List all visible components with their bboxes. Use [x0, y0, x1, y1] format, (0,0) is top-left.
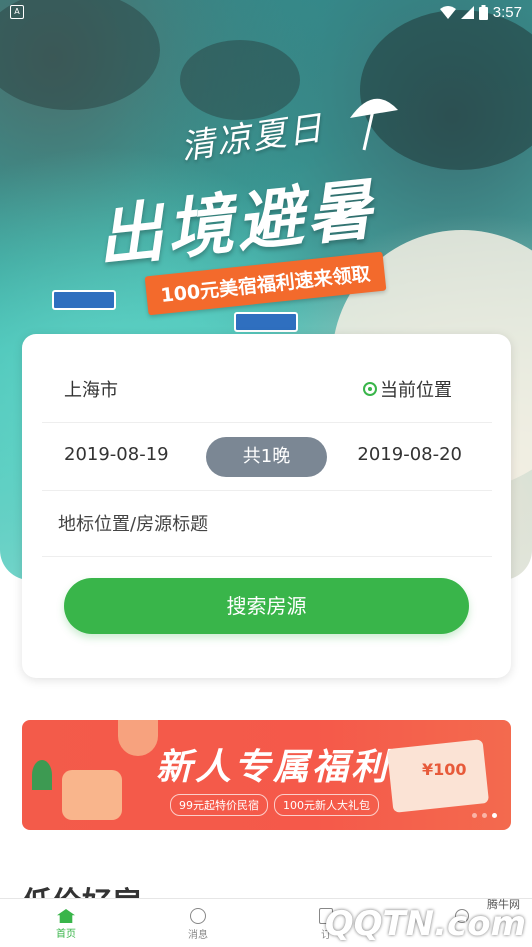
status-bar: A 3:57	[0, 0, 532, 24]
nav-messages[interactable]: 消息	[168, 903, 228, 941]
city-row: 上海市 当前位置	[42, 334, 492, 423]
message-icon	[190, 908, 206, 924]
bottom-navigation: 首页 消息 订	[0, 898, 532, 947]
signal-icon	[460, 5, 474, 19]
battery-icon	[478, 4, 488, 20]
hero-subtitle: 清凉夏日	[178, 108, 327, 168]
chair-icon	[62, 770, 122, 820]
nav-orders[interactable]: 订	[296, 903, 356, 941]
boat-icon	[52, 290, 116, 310]
nav-home-label: 首页	[56, 929, 76, 940]
nav-home[interactable]: 首页	[36, 903, 96, 940]
gift-card-value: ¥100	[422, 760, 467, 779]
checkin-date[interactable]: 2019-08-19	[64, 444, 169, 465]
carousel-dot	[472, 813, 477, 818]
keyword-input[interactable]	[56, 508, 480, 540]
carousel-indicator	[472, 813, 497, 818]
lamp-icon	[118, 720, 158, 756]
umbrella-icon	[350, 98, 398, 151]
nights-badge: 共1晚	[206, 437, 327, 477]
order-icon	[319, 908, 333, 924]
date-row: 2019-08-19 共1晚 2019-08-20	[42, 422, 492, 491]
promo-tag: 99元起特价民宿	[170, 794, 268, 816]
plant-icon	[32, 760, 52, 790]
current-location-label: 当前位置	[380, 380, 452, 401]
keyword-row	[42, 490, 492, 557]
nav-orders-label: 订	[321, 930, 331, 941]
profile-icon	[455, 909, 469, 923]
checkout-date[interactable]: 2019-08-20	[357, 444, 462, 465]
search-listings-button[interactable]: 搜索房源	[64, 578, 469, 634]
status-time: 3:57	[492, 3, 522, 21]
nav-profile[interactable]	[432, 903, 492, 925]
wifi-icon	[439, 5, 456, 19]
nav-messages-label: 消息	[188, 930, 208, 941]
boat-icon	[234, 312, 298, 332]
location-radio-icon	[363, 382, 377, 396]
notification-icon: A	[10, 5, 24, 19]
search-card: 上海市 当前位置 2019-08-19 共1晚 2019-08-20 搜索房源	[22, 334, 511, 678]
carousel-dot	[482, 813, 487, 818]
promo-tag: 100元新人大礼包	[274, 794, 379, 816]
current-location-button[interactable]: 当前位置	[363, 376, 452, 402]
city-selector[interactable]: 上海市	[64, 376, 118, 402]
promo-title: 新人专属福利	[156, 747, 391, 788]
home-icon	[57, 909, 75, 923]
new-user-promo-banner[interactable]: 新人专属福利 99元起特价民宿 100元新人大礼包 ¥100	[22, 720, 511, 830]
promo-tags: 99元起特价民宿 100元新人大礼包	[170, 794, 379, 816]
carousel-dot-active	[492, 813, 497, 818]
